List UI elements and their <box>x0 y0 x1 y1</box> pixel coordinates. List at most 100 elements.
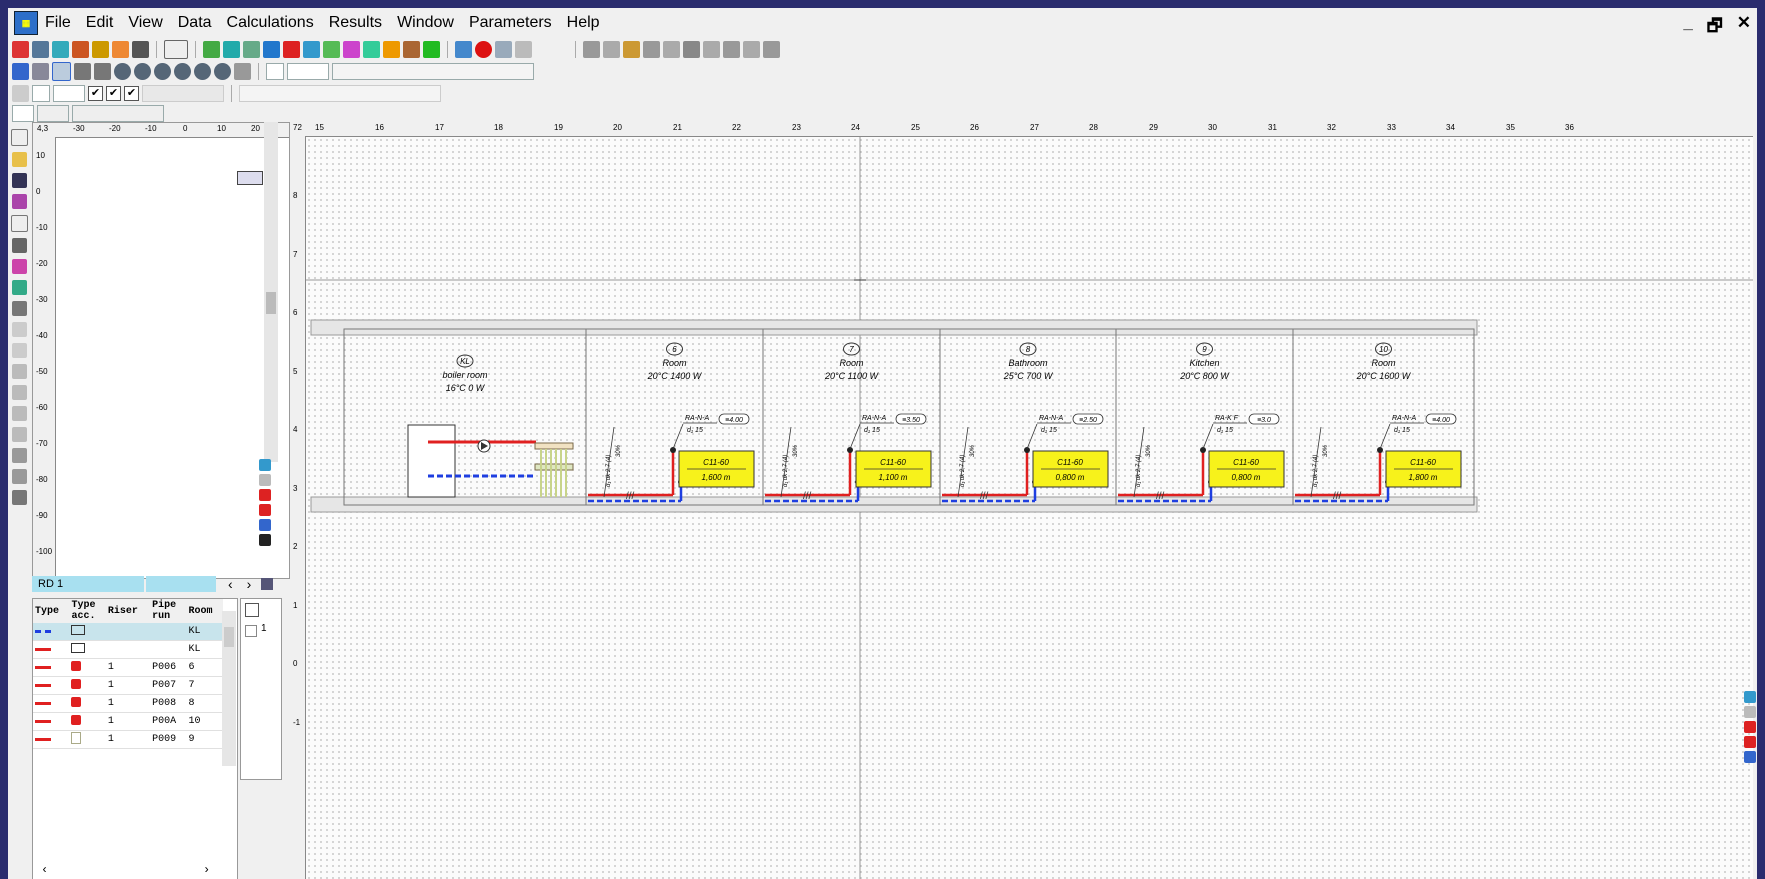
thermostatic-valve-icon[interactable] <box>670 447 676 453</box>
replace-icon[interactable] <box>11 469 27 484</box>
print-icon[interactable] <box>11 238 27 253</box>
distributor-icon[interactable] <box>343 40 360 58</box>
zoom-window-icon[interactable] <box>114 62 131 80</box>
table-row[interactable]: 1 P007 7 <box>33 676 223 695</box>
import-icon[interactable] <box>11 194 27 209</box>
pipe-data-grid[interactable]: Type Type acc. Riser Pipe run Room KL KL… <box>32 598 238 879</box>
option-box[interactable] <box>32 84 50 102</box>
return-line-icon[interactable] <box>303 40 320 58</box>
thermostatic-valve-icon[interactable] <box>1377 447 1383 453</box>
tool-f-icon[interactable] <box>683 40 700 58</box>
tool-e-icon[interactable] <box>663 40 680 58</box>
tool-a-icon[interactable] <box>583 40 600 58</box>
return-filter-icon[interactable] <box>1744 751 1756 763</box>
tab-next-icon[interactable]: › <box>247 576 252 592</box>
view-mode-icon[interactable] <box>12 62 29 80</box>
menu-edit[interactable]: Edit <box>85 12 115 34</box>
snap-tools-strip[interactable] <box>239 84 441 102</box>
print-preview-icon[interactable] <box>10 215 28 232</box>
table-row[interactable]: KL <box>33 640 223 659</box>
thermostatic-valve-icon[interactable] <box>1024 447 1030 453</box>
pan-icon[interactable] <box>234 62 251 80</box>
menu-help[interactable]: Help <box>566 12 601 34</box>
grid-scrollbar[interactable] <box>222 611 236 766</box>
menu-parameters[interactable]: Parameters <box>468 12 553 34</box>
grid-icon[interactable] <box>32 62 49 80</box>
room-KL[interactable]: KL boiler room 16°C 0 W <box>442 354 488 393</box>
zoom-in-icon[interactable] <box>134 62 151 80</box>
layer-box-2[interactable] <box>287 62 329 80</box>
building-icon[interactable] <box>12 40 29 58</box>
menu-data[interactable]: Data <box>177 12 213 34</box>
small-tool-3[interactable] <box>72 104 164 122</box>
thermostatic-valve-icon[interactable] <box>847 447 853 453</box>
thermostatic-valve-icon[interactable] <box>1200 447 1206 453</box>
open-folder-icon[interactable] <box>11 152 27 167</box>
boiler-icon[interactable] <box>72 40 89 58</box>
supply-distributor[interactable] <box>534 442 574 450</box>
close-button[interactable]: ✕ <box>1737 13 1751 42</box>
checkbox-2[interactable]: ✔ <box>106 85 121 101</box>
menu-file[interactable]: File <box>44 12 72 34</box>
col-riser[interactable]: Riser <box>105 599 151 623</box>
zoom-out-icon[interactable] <box>154 62 171 80</box>
col-room[interactable]: Room <box>186 599 223 623</box>
save-icon[interactable] <box>11 173 27 188</box>
floor-icon[interactable] <box>112 40 129 58</box>
sort-icon[interactable] <box>132 40 149 58</box>
frame-icon[interactable] <box>1744 706 1756 718</box>
tool-i-icon[interactable] <box>743 40 760 58</box>
radiator-icon[interactable] <box>92 40 109 58</box>
option-box-2[interactable] <box>53 84 85 102</box>
grid-scroll-right-icon[interactable]: › <box>203 863 210 877</box>
menu-results[interactable]: Results <box>328 12 383 34</box>
heater-icon[interactable] <box>323 40 340 58</box>
table-row[interactable]: 1 P006 6 <box>33 658 223 677</box>
tool-h-icon[interactable] <box>723 40 740 58</box>
tool-j-icon[interactable] <box>763 40 780 58</box>
table-icon[interactable] <box>495 40 512 58</box>
schematic-canvas[interactable]: 72 15 16 17 18 19 20 21 22 23 24 25 26 2… <box>291 122 1753 879</box>
sort-az-icon[interactable] <box>515 40 532 58</box>
component-icon[interactable] <box>403 40 420 58</box>
return-filter-icon[interactable] <box>259 519 271 531</box>
overview-viewport-thumbnail[interactable] <box>237 171 263 185</box>
checkbox-3[interactable]: ✔ <box>124 85 139 101</box>
scroll-thumb[interactable] <box>224 627 234 647</box>
col-type[interactable]: Type <box>33 599 70 623</box>
room-7[interactable]: 7Room20°C 1100 W///d₁ dk 2,7 (4)30%RA-N-… <box>765 342 932 503</box>
tree-icon[interactable] <box>423 40 440 58</box>
zoom-prev-icon[interactable] <box>194 62 211 80</box>
schematic-svg[interactable]: KL boiler room 16°C 0 W 6 Room 20°C 1400 W ///… <box>306 137 1753 879</box>
black-line-icon[interactable] <box>259 534 271 546</box>
layer-icon[interactable] <box>363 40 380 58</box>
line-filter-icon[interactable] <box>259 504 271 516</box>
supply-filter-icon[interactable] <box>259 489 271 501</box>
zoom-select[interactable] <box>164 39 188 59</box>
tool-c-icon[interactable] <box>623 40 640 58</box>
valve-icon[interactable] <box>263 40 280 58</box>
sheet-icon[interactable] <box>32 40 49 58</box>
menu-view[interactable]: View <box>127 12 163 34</box>
overview-scrollbar[interactable] <box>264 122 278 462</box>
binoculars-icon[interactable] <box>11 448 27 463</box>
copy-icon[interactable] <box>11 385 27 400</box>
pointer-icon[interactable] <box>52 61 71 81</box>
checkbox-1[interactable]: ✔ <box>88 85 103 101</box>
export-icon[interactable] <box>11 259 27 274</box>
table-view-icon[interactable] <box>11 301 27 316</box>
line-filter-icon[interactable] <box>1744 736 1756 748</box>
room-8[interactable]: 8Bathroom25°C 700 W///d₁ dk 2,7 (4)30%RA… <box>942 342 1109 503</box>
room-icon[interactable] <box>203 40 220 58</box>
pipe-icon[interactable] <box>223 40 240 58</box>
new-file-icon[interactable] <box>10 129 28 146</box>
tab-prev-icon[interactable]: ‹ <box>228 576 233 592</box>
table-row[interactable]: 1 P009 9 <box>33 730 223 749</box>
riser-icon[interactable] <box>243 40 260 58</box>
pencil-icon[interactable] <box>74 62 91 80</box>
cut-icon[interactable] <box>11 364 27 379</box>
fit-icon[interactable] <box>259 459 271 471</box>
overview-panel[interactable]: 4,3 -30 -20 -10 0 10 20 10 0 -10 -20 -30… <box>32 122 290 579</box>
calc-icon[interactable] <box>455 40 472 58</box>
menu-calculations[interactable]: Calculations <box>226 12 315 34</box>
